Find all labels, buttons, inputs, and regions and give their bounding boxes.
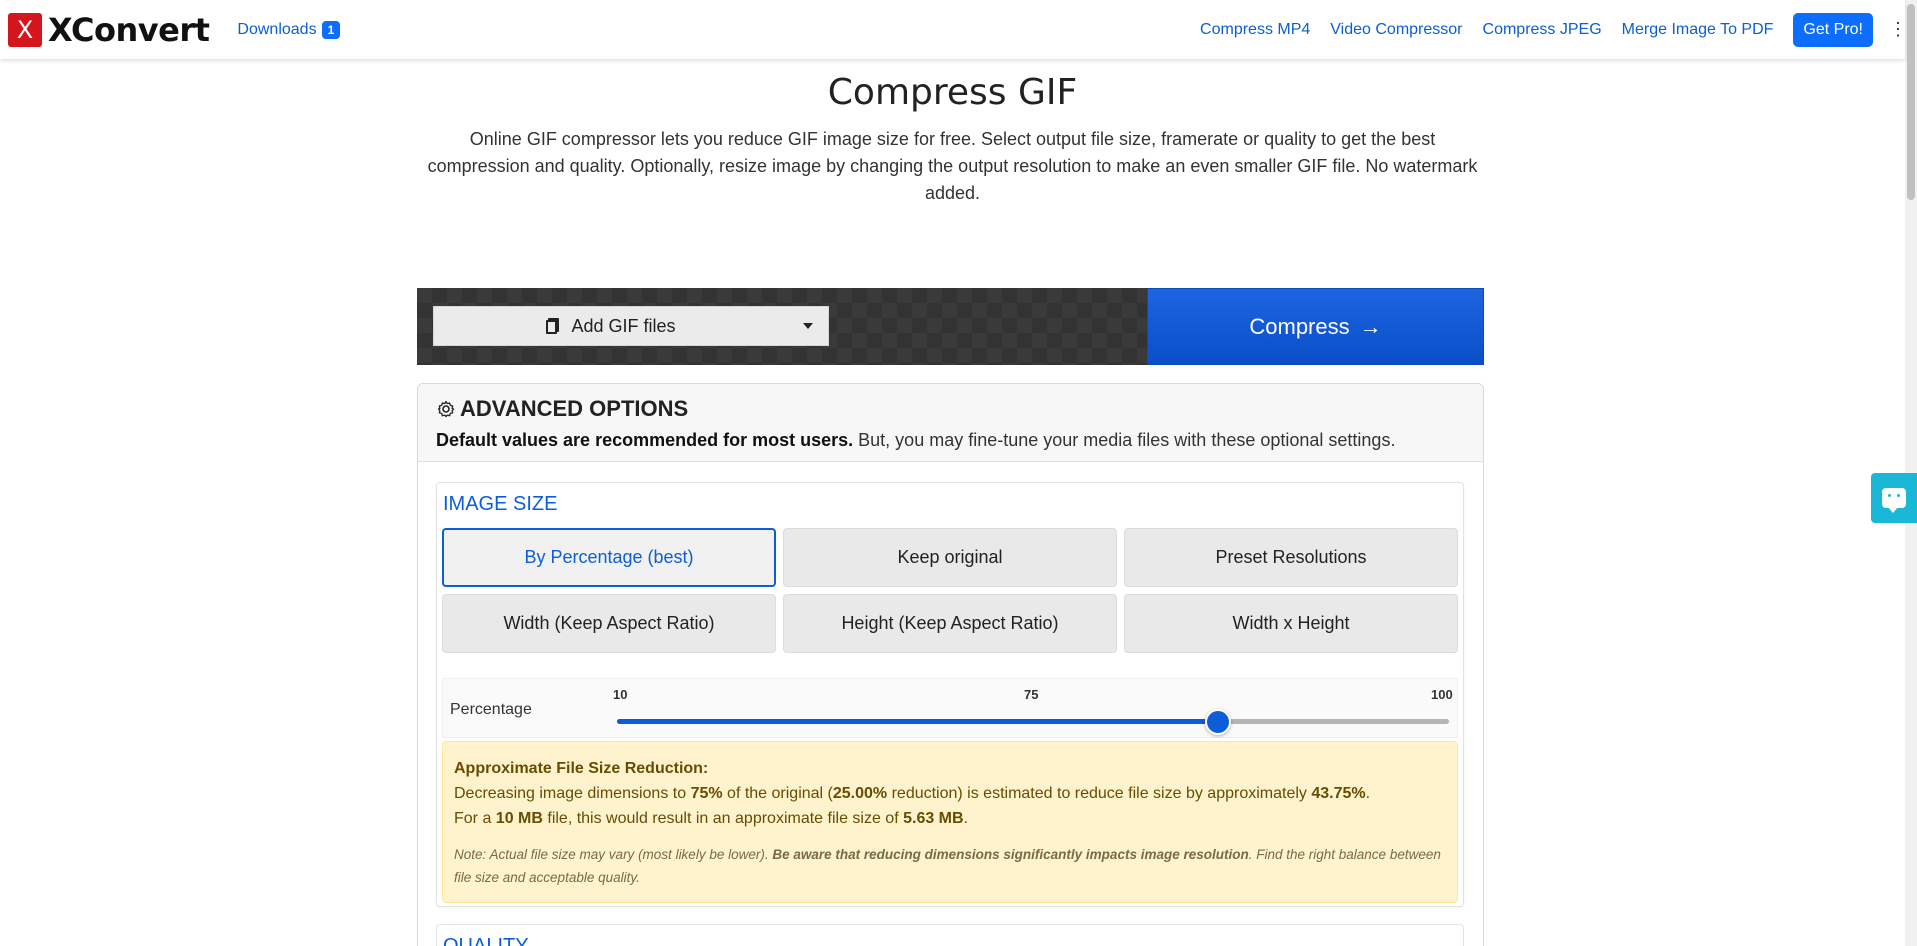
nav-link-compress-mp4[interactable]: Compress MP4 <box>1200 21 1310 39</box>
reduction-text: reduction) is estimated to reduce file s… <box>887 785 1311 802</box>
reduction-text: Decreasing image dimensions to <box>454 785 691 802</box>
reduction-estimate: 43.75% <box>1311 785 1365 802</box>
get-pro-button[interactable]: Get Pro! <box>1793 13 1873 47</box>
downloads-link[interactable]: Downloads 1 <box>237 21 340 39</box>
file-size-reduction-alert: Approximate File Size Reduction: Decreas… <box>442 741 1458 903</box>
image-size-panel: IMAGE SIZE By Percentage (best) Keep ori… <box>436 482 1464 907</box>
reduction-text: . <box>1366 785 1370 802</box>
page-title: Compress GIF <box>0 72 1905 113</box>
percentage-label: Percentage <box>450 701 532 719</box>
reduction-title: Approximate File Size Reduction: <box>454 756 1446 781</box>
caret-down-icon <box>803 323 813 329</box>
size-option-height[interactable]: Height (Keep Aspect Ratio) <box>783 594 1117 653</box>
top-navbar: X XConvert Downloads 1 Compress MP4 Vide… <box>0 0 1905 59</box>
reduction-percentage: 75% <box>691 785 723 802</box>
advanced-options-title-text: ADVANCED OPTIONS <box>460 396 688 422</box>
advanced-note-rest: But, you may fine-tune your media files … <box>853 430 1395 450</box>
drop-zone[interactable]: Add GIF files <box>417 288 1147 365</box>
arrow-right-icon: → <box>1360 314 1382 340</box>
advanced-options-card: ADVANCED OPTIONS Default values are reco… <box>417 383 1484 946</box>
add-files-label: Add GIF files <box>571 316 675 337</box>
slider-max-label: 100 <box>1431 687 1453 702</box>
chat-bubble-icon <box>1882 488 1906 508</box>
upload-bar: Add GIF files Compress → <box>417 288 1484 365</box>
reduction-line-1: Decreasing image dimensions to 75% of th… <box>454 781 1446 806</box>
size-option-width-x-height[interactable]: Width x Height <box>1124 594 1458 653</box>
note-warning: Be aware that reducing dimensions signif… <box>772 847 1248 862</box>
brand-logo-link[interactable]: X XConvert <box>8 11 209 49</box>
example-file-size: 10 MB <box>496 810 543 827</box>
reduction-amount: 25.00% <box>833 785 887 802</box>
gear-icon <box>436 399 456 419</box>
percentage-slider-thumb[interactable] <box>1205 709 1231 735</box>
slider-value-label: 75 <box>1024 687 1038 702</box>
nav-link-merge-image-to-pdf[interactable]: Merge Image To PDF <box>1622 21 1774 39</box>
percentage-slider-row: Percentage 10 75 100 <box>442 678 1458 738</box>
result-file-size: 5.63 MB <box>903 810 963 827</box>
add-files-button-group: Add GIF files <box>433 306 829 346</box>
brand-name: XConvert <box>48 11 209 49</box>
more-menu-icon[interactable]: ⋮ <box>1889 19 1897 40</box>
nav-link-compress-jpeg[interactable]: Compress JPEG <box>1483 21 1602 39</box>
size-option-width[interactable]: Width (Keep Aspect Ratio) <box>442 594 776 653</box>
reduction-text: . <box>964 810 968 827</box>
percentage-slider-fill <box>617 719 1218 724</box>
quality-title: QUALITY <box>443 935 529 946</box>
advanced-options-title: ADVANCED OPTIONS <box>436 396 1465 422</box>
quality-panel: QUALITY <box>436 924 1464 946</box>
reduction-text: For a <box>454 810 496 827</box>
image-size-title: IMAGE SIZE <box>443 493 557 516</box>
reduction-note: Note: Actual file size may vary (most li… <box>454 843 1446 889</box>
size-option-by-percentage[interactable]: By Percentage (best) <box>442 528 776 587</box>
percentage-slider-track[interactable] <box>617 719 1449 724</box>
size-option-keep-original[interactable]: Keep original <box>783 528 1117 587</box>
downloads-count-badge: 1 <box>322 21 341 39</box>
add-files-button[interactable]: Add GIF files <box>434 316 788 337</box>
size-option-preset-resolutions[interactable]: Preset Resolutions <box>1124 528 1458 587</box>
page-description: Online GIF compressor lets you reduce GI… <box>420 126 1485 207</box>
reduction-text: of the original ( <box>723 785 833 802</box>
advanced-options-header: ADVANCED OPTIONS Default values are reco… <box>418 384 1483 462</box>
slider-min-label: 10 <box>613 687 627 702</box>
advanced-note-bold: Default values are recommended for most … <box>436 430 853 450</box>
compress-label: Compress <box>1249 314 1349 340</box>
note-text: Note: Actual file size may vary (most li… <box>454 847 772 862</box>
reduction-text: file, this would result in an approximat… <box>543 810 903 827</box>
nav-link-video-compressor[interactable]: Video Compressor <box>1330 21 1462 39</box>
compress-button[interactable]: Compress → <box>1147 288 1484 365</box>
add-files-dropdown-toggle[interactable] <box>788 307 828 345</box>
files-icon <box>546 318 559 334</box>
chat-widget-button[interactable] <box>1871 473 1917 523</box>
scrollbar-thumb[interactable] <box>1907 4 1915 200</box>
downloads-label: Downloads <box>237 21 316 39</box>
nav-links: Compress MP4 Video Compressor Compress J… <box>1180 13 1897 47</box>
image-size-options: By Percentage (best) Keep original Prese… <box>442 528 1458 653</box>
advanced-options-note: Default values are recommended for most … <box>436 430 1465 451</box>
brand-x-icon: X <box>8 13 42 47</box>
reduction-line-2: For a 10 MB file, this would result in a… <box>454 806 1446 831</box>
